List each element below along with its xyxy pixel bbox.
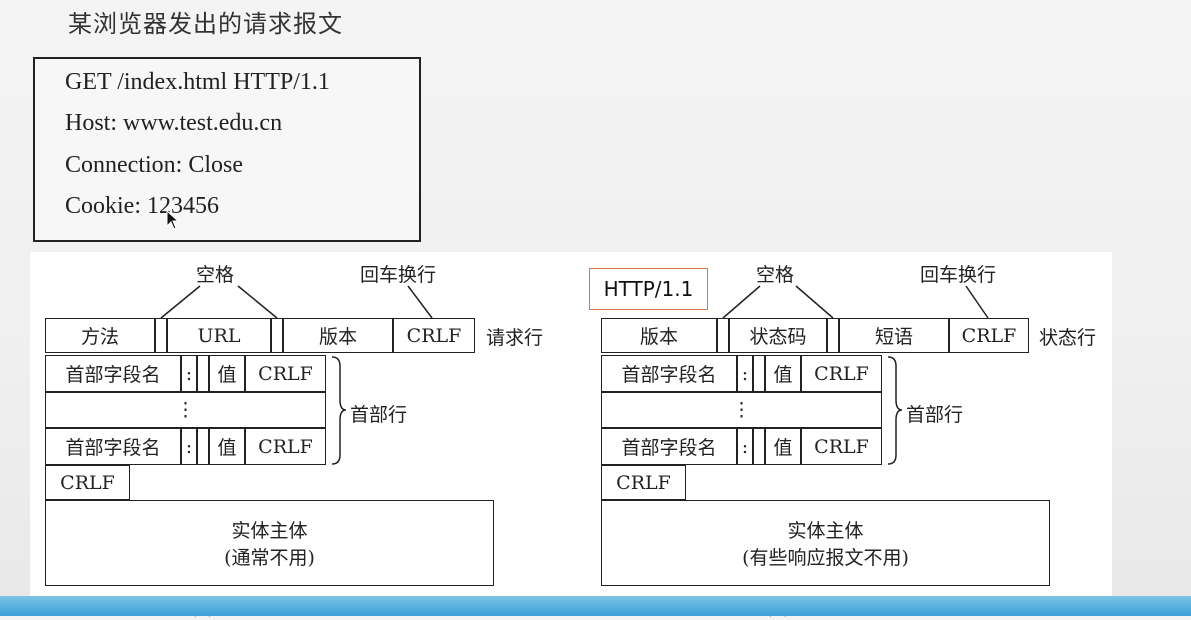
crlf-cell: CRLF — [245, 355, 326, 392]
crlf-cell: CRLF — [949, 318, 1029, 353]
label-crlf: 回车换行 — [360, 264, 437, 286]
value-cell: 值 — [209, 355, 245, 392]
request-line-3: Connection: Close — [65, 152, 243, 178]
status-code-cell: 状态码 — [729, 318, 827, 353]
crlf-cell: CRLF — [801, 355, 882, 392]
entity-body: 实体主体 (通常不用) — [45, 500, 494, 586]
status-line-label: 状态行 — [1039, 327, 1097, 349]
request-line-1: GET /index.html HTTP/1.1 — [65, 69, 330, 95]
entity-body-note: (有些响应报文不用) — [742, 547, 909, 569]
value-cell: 值 — [765, 428, 801, 465]
bottom-bar — [0, 596, 1191, 616]
entity-body-title: 实体主体 — [231, 520, 308, 542]
version-cell: 版本 — [283, 318, 393, 353]
method-cell: 方法 — [45, 318, 155, 353]
space-cell — [197, 428, 209, 465]
request-line-2: Host: www.test.edu.cn — [65, 110, 283, 136]
space-cell — [753, 428, 765, 465]
value-cell: 值 — [209, 428, 245, 465]
entity-body: 实体主体 (有些响应报文不用) — [601, 500, 1050, 586]
colon-cell: : — [737, 428, 753, 465]
header-name-cell: 首部字段名 — [601, 355, 737, 392]
space-cell — [271, 318, 283, 353]
colon-cell: : — [737, 355, 753, 392]
blank-crlf-cell: CRLF — [601, 465, 686, 500]
label-crlf: 回车换行 — [920, 264, 997, 286]
header-lines-label: 首部行 — [906, 404, 964, 426]
crlf-cell: CRLF — [393, 318, 475, 353]
label-space: 空格 — [196, 264, 235, 286]
request-line-4: Cookie: 123456 — [65, 193, 219, 219]
space-cell — [155, 318, 167, 353]
header-name-cell: 首部字段名 — [45, 428, 181, 465]
header-name-cell: 首部字段名 — [45, 355, 181, 392]
crlf-cell: CRLF — [801, 428, 882, 465]
label-space: 空格 — [756, 264, 795, 286]
mouse-pointer-icon — [166, 210, 180, 230]
ellipsis-row: ⋮ — [601, 392, 882, 428]
request-line-label: 请求行 — [486, 327, 544, 349]
space-cell — [717, 318, 729, 353]
request-message-box: GET /index.html HTTP/1.1 Host: www.test.… — [33, 57, 421, 242]
blank-crlf-cell: CRLF — [45, 465, 130, 500]
ellipsis-row: ⋮ — [45, 392, 326, 428]
http-version-badge: HTTP/1.1 — [589, 268, 708, 310]
space-cell — [827, 318, 839, 353]
space-cell — [197, 355, 209, 392]
version-cell: 版本 — [601, 318, 717, 353]
space-cell — [753, 355, 765, 392]
page-title: 某浏览器发出的请求报文 — [68, 10, 343, 38]
colon-cell: : — [181, 428, 197, 465]
value-cell: 值 — [765, 355, 801, 392]
entity-body-title: 实体主体 — [787, 520, 864, 542]
entity-body-note: (通常不用) — [224, 547, 315, 569]
phrase-cell: 短语 — [839, 318, 949, 353]
colon-cell: : — [181, 355, 197, 392]
header-lines-label: 首部行 — [350, 404, 408, 426]
header-name-cell: 首部字段名 — [601, 428, 737, 465]
url-cell: URL — [167, 318, 271, 353]
crlf-cell: CRLF — [245, 428, 326, 465]
